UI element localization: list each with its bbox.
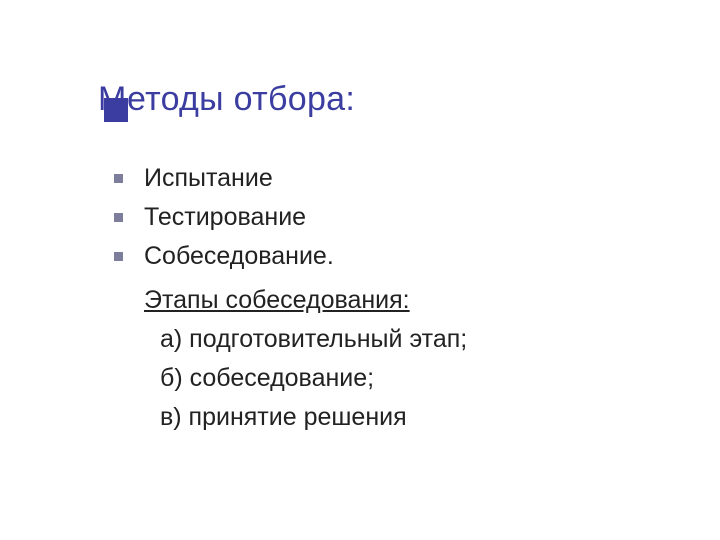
list-item: б) собеседование; [160, 359, 720, 398]
list-item: Испытание [108, 159, 720, 198]
subheading: Этапы собеседования: [108, 281, 720, 320]
bullet-list: Испытание Тестирование Собеседование. [108, 159, 720, 275]
list-item: Тестирование [108, 198, 720, 237]
slide-content: Испытание Тестирование Собеседование. Эт… [90, 159, 720, 436]
list-item: Собеседование. [108, 237, 720, 276]
list-item: а) подготовительный этап; [160, 320, 720, 359]
slide-title: Методы отбора: [90, 80, 720, 119]
list-item: в) принятие решения [160, 398, 720, 437]
slide: Методы отбора: Испытание Тестирование Со… [0, 0, 720, 540]
title-block: Методы отбора: [90, 80, 720, 119]
lettered-list: а) подготовительный этап; б) собеседован… [108, 320, 720, 436]
